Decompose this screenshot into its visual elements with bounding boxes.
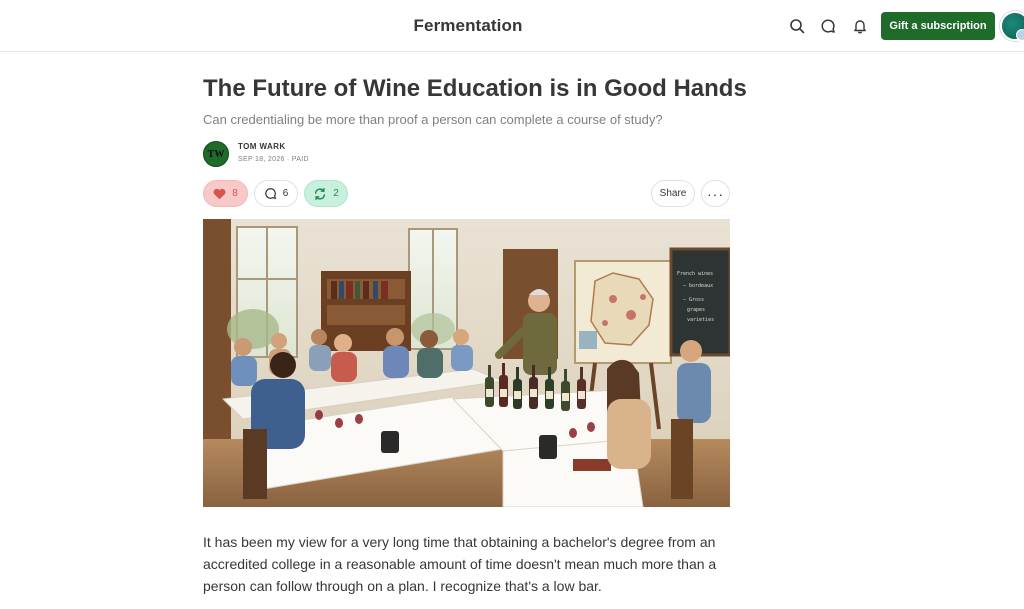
chalkboard-line: — bordeaux — [683, 283, 713, 289]
author-name[interactable]: TOM WARK — [238, 142, 286, 151]
post-body-paragraph: It has been my view for a very long time… — [203, 534, 717, 594]
post-meta: SEP 18, 2026 · PAID — [238, 156, 309, 163]
like-button[interactable]: 8 — [203, 180, 248, 207]
chat-icon[interactable] — [817, 15, 839, 37]
hero-image[interactable]: French wines — bordeaux — Gross grapes v… — [203, 219, 730, 507]
more-options-button[interactable]: ··· — [701, 180, 730, 207]
avatar-status-dot — [1016, 29, 1024, 41]
chalkboard-line: French wines — [677, 271, 713, 277]
restack-icon — [315, 187, 326, 200]
restack-count: 2 — [333, 188, 339, 199]
author-avatar[interactable]: TW — [203, 141, 229, 167]
like-count: 8 — [232, 188, 238, 199]
share-button[interactable]: Share — [651, 180, 695, 207]
restack-button[interactable]: 2 — [304, 180, 348, 207]
chalkboard-line: grapes — [687, 307, 705, 313]
comment-icon — [264, 188, 276, 199]
bell-icon[interactable] — [849, 15, 871, 37]
search-icon[interactable] — [786, 15, 808, 37]
profile-avatar[interactable] — [1000, 11, 1024, 41]
chalkboard-line: — Gross — [683, 297, 704, 303]
gift-subscription-button[interactable]: Gift a subscription — [881, 12, 995, 40]
heart-icon — [213, 188, 226, 199]
post-title: The Future of Wine Education is in Good … — [203, 75, 747, 102]
comment-button[interactable]: 6 — [254, 180, 298, 207]
top-nav-bar: Fermentation Gift a subscription — [0, 0, 1024, 52]
post-subtitle: Can credentialing be more than proof a p… — [203, 112, 663, 127]
chalkboard-line: varieties — [687, 317, 714, 323]
comment-count: 6 — [282, 188, 289, 199]
